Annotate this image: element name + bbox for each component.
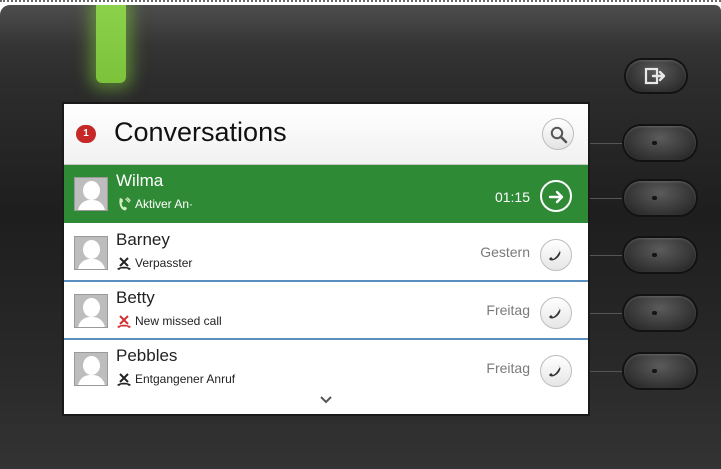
button-dot bbox=[652, 311, 657, 315]
conversation-status: Verpasster bbox=[135, 256, 193, 270]
search-icon bbox=[550, 126, 568, 144]
new-missed-call-icon bbox=[117, 315, 131, 328]
contact-name: Betty bbox=[116, 288, 155, 307]
connector-line bbox=[588, 255, 624, 256]
conversation-row-wilma[interactable]: Wilma Aktiver An· 01:15 bbox=[64, 165, 588, 223]
conversation-status: Entgangener Anruf bbox=[135, 372, 236, 386]
conversation-row-barney[interactable]: Barney Verpasster Gestern bbox=[64, 224, 588, 282]
side-button-2[interactable] bbox=[624, 181, 696, 215]
connector-line bbox=[588, 313, 624, 314]
conversation-status: Aktiver An· bbox=[135, 197, 194, 211]
avatar bbox=[74, 177, 108, 211]
conversation-row-betty[interactable]: Betty New missed call Freitag bbox=[64, 282, 588, 340]
button-dot bbox=[652, 253, 657, 257]
contact-name: Wilma bbox=[116, 171, 164, 190]
missed-call-icon bbox=[117, 257, 131, 270]
side-button-4[interactable] bbox=[624, 296, 696, 330]
exit-button[interactable] bbox=[626, 60, 686, 92]
avatar bbox=[74, 352, 108, 386]
button-dot bbox=[652, 369, 657, 373]
call-button[interactable] bbox=[540, 239, 572, 271]
active-call-icon bbox=[119, 197, 131, 211]
page-top-border bbox=[0, 0, 721, 2]
contact-name: Barney bbox=[116, 230, 170, 249]
connector-line bbox=[588, 371, 624, 372]
contact-name: Pebbles bbox=[116, 346, 178, 365]
side-button-1[interactable] bbox=[624, 126, 696, 160]
chevron-down-icon[interactable] bbox=[320, 396, 332, 404]
connector-line bbox=[588, 143, 624, 144]
conversation-time: Gestern bbox=[480, 244, 530, 260]
call-button[interactable] bbox=[540, 297, 572, 329]
open-conversation-button[interactable] bbox=[540, 180, 572, 212]
phone-icon bbox=[549, 365, 561, 377]
display-screen: 1 Conversations Wilma Aktiver An· 01:15 … bbox=[64, 104, 588, 414]
button-dot bbox=[652, 141, 657, 145]
unread-badge: 1 bbox=[76, 125, 96, 143]
conversation-time: 01:15 bbox=[494, 189, 530, 205]
call-button[interactable] bbox=[540, 355, 572, 387]
connector-line bbox=[588, 198, 624, 199]
conversation-time: Freitag bbox=[486, 360, 530, 376]
avatar bbox=[74, 294, 108, 328]
side-button-5[interactable] bbox=[624, 354, 696, 388]
conversation-status: New missed call bbox=[135, 314, 222, 328]
button-dot bbox=[652, 196, 657, 200]
search-button[interactable] bbox=[542, 118, 574, 150]
side-button-3[interactable] bbox=[624, 238, 696, 272]
phone-icon bbox=[549, 249, 561, 261]
exit-icon bbox=[644, 67, 666, 85]
avatar bbox=[74, 236, 108, 270]
arrow-right-icon bbox=[548, 190, 564, 204]
screen-header: 1 Conversations bbox=[64, 104, 588, 165]
conversation-time: Freitag bbox=[486, 302, 530, 318]
missed-call-icon bbox=[117, 373, 131, 386]
page-title: Conversations bbox=[114, 117, 287, 147]
status-led bbox=[96, 5, 126, 83]
phone-icon bbox=[549, 307, 561, 319]
